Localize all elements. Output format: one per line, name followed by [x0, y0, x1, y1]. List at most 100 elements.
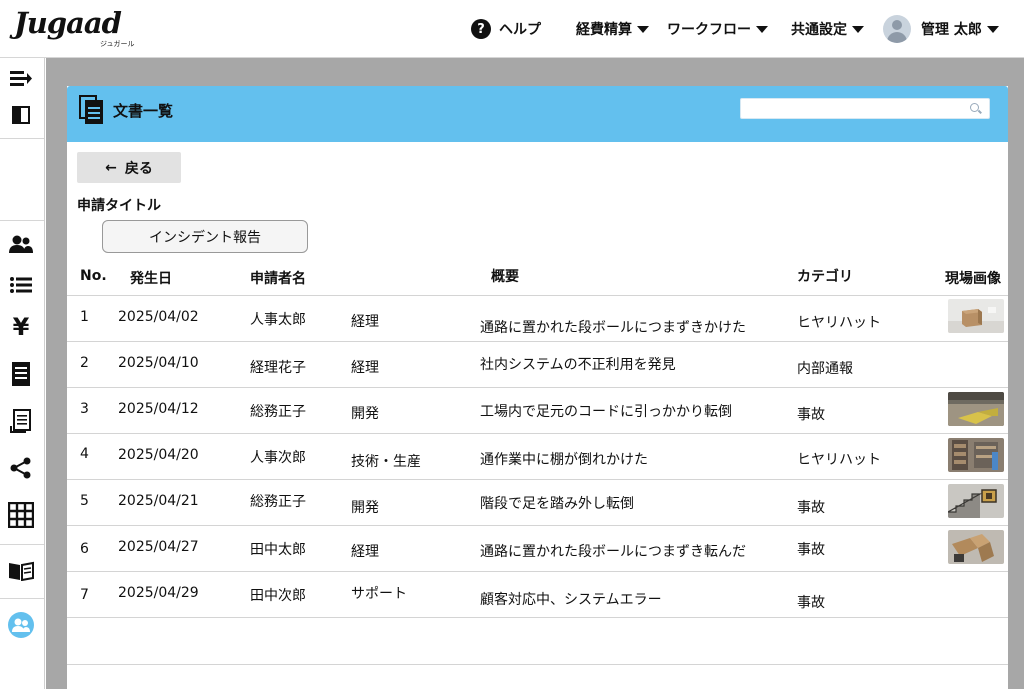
sidebar: ¥ [0, 58, 45, 689]
search-input[interactable] [741, 100, 961, 120]
cell-summary: 工場内で足元のコードに引っかかり転倒 [480, 404, 732, 420]
field-label: 申請タイトル [77, 198, 161, 214]
cell-date: 2025/04/12 [118, 401, 199, 417]
documents-icon [79, 95, 105, 125]
table-row[interactable]: 6 2025/04/27 田中太郎 経理 通路に置かれた段ボールにつまずき転んだ… [67, 526, 1008, 572]
search-box [740, 98, 990, 120]
site-photo-thumbnail[interactable] [948, 530, 1004, 564]
cell-date: 2025/04/29 [118, 585, 199, 601]
table-footer-divider [67, 664, 1008, 665]
book-icon[interactable] [8, 558, 34, 584]
search-icon[interactable] [970, 103, 979, 112]
table-row[interactable]: 4 2025/04/20 人事次郎 技術・生産 通作業中に棚が倒れかけた ヒヤリ… [67, 434, 1008, 480]
cell-summary: 社内システムの不正利用を発見 [480, 357, 676, 373]
cell-applicant: 経理花子 [250, 360, 306, 376]
site-photo-thumbnail[interactable] [948, 484, 1004, 518]
list-icon[interactable] [8, 272, 34, 298]
table-row[interactable]: 2 2025/04/10 経理花子 経理 社内システムの不正利用を発見 内部通報 [67, 342, 1008, 388]
cell-summary: 通作業中に棚が倒れかけた [480, 452, 648, 468]
cell-no: 3 [80, 401, 89, 417]
cell-department: 技術・生産 [351, 454, 421, 470]
chevron-down-icon [986, 25, 999, 33]
table-row[interactable]: 1 2025/04/02 人事太郎 経理 通路に置かれた段ボールにつまずきかけた… [67, 296, 1008, 342]
menu-collapse-icon[interactable] [8, 66, 34, 92]
cell-department: 経理 [351, 360, 379, 376]
menu-workflow-label: ワークフロー [667, 22, 751, 38]
grid-icon[interactable] [8, 502, 34, 528]
group-icon[interactable] [8, 612, 34, 638]
cell-category: 事故 [797, 595, 825, 611]
cell-applicant: 総務正子 [250, 404, 306, 420]
cell-category: 事故 [797, 407, 825, 423]
table-row[interactable]: 5 2025/04/21 総務正子 開発 階段で足を踏み外し転倒 事故 [67, 480, 1008, 526]
chevron-down-icon [852, 25, 864, 33]
sidebar-divider [0, 598, 44, 599]
top-header: Jugaad ジュガール ? ヘルプ 経費精算 ワークフロー 共通設定 管理 太… [0, 0, 1024, 58]
cell-department: サポート [351, 586, 407, 602]
logo-text: Jugaad [14, 6, 122, 40]
cell-category: ヒヤリハット [797, 315, 881, 331]
application-title-chip[interactable]: インシデント報告 [102, 220, 308, 253]
users-icon[interactable] [8, 231, 34, 257]
document-list-panel: 文書一覧 ← 戻る 申請タイトル インシデント報告 No. 発生日 申請者名 概… [67, 86, 1008, 689]
user-menu[interactable]: 管理 太郎 [883, 0, 999, 58]
cell-category: ヒヤリハット [797, 452, 881, 468]
site-photo-thumbnail[interactable] [948, 299, 1004, 333]
help-icon: ? [471, 19, 491, 39]
cell-no: 2 [80, 355, 89, 371]
cell-date: 2025/04/20 [118, 447, 199, 463]
document-icon[interactable] [8, 361, 34, 387]
col-header-applicant[interactable]: 申請者名 [250, 268, 306, 288]
chevron-down-icon [637, 25, 649, 33]
col-header-date[interactable]: 発生日 [130, 268, 172, 288]
back-button[interactable]: ← 戻る [77, 152, 181, 183]
cell-category: 内部通報 [797, 361, 853, 377]
sidebar-divider [0, 220, 44, 221]
arrow-left-icon: ← [105, 159, 117, 176]
logo-subtitle: ジュガール [100, 40, 135, 48]
cell-department: 経理 [351, 314, 379, 330]
menu-expense[interactable]: 経費精算 [576, 0, 649, 58]
menu-workflow[interactable]: ワークフロー [667, 0, 768, 58]
help-label: ヘルプ [499, 22, 541, 38]
receipt-icon[interactable] [8, 408, 34, 434]
menu-expense-label: 経費精算 [576, 22, 632, 38]
cell-summary: 階段で足を踏み外し転倒 [480, 496, 634, 512]
user-avatar-icon [883, 15, 911, 43]
cell-no: 1 [80, 309, 89, 325]
menu-common-label: 共通設定 [791, 22, 847, 38]
table-row[interactable]: 7 2025/04/29 田中次郎 サポート 顧客対応中、システムエラー 事故 [67, 572, 1008, 618]
cell-no: 5 [80, 493, 89, 509]
app-logo[interactable]: Jugaad ジュガール [14, 6, 135, 50]
cell-date: 2025/04/27 [118, 539, 199, 555]
share-icon[interactable] [8, 455, 34, 481]
user-name: 管理 太郎 [921, 22, 982, 38]
cell-date: 2025/04/10 [118, 355, 199, 371]
site-photo-thumbnail[interactable] [948, 392, 1004, 426]
cell-department: 経理 [351, 544, 379, 560]
cell-applicant: 田中太郎 [250, 542, 306, 558]
menu-common-settings[interactable]: 共通設定 [791, 0, 864, 58]
help-link[interactable]: ? ヘルプ [471, 0, 541, 58]
cell-category: 事故 [797, 500, 825, 516]
cell-department: 開発 [351, 500, 379, 516]
cell-applicant: 田中次郎 [250, 588, 306, 604]
panel-icon[interactable] [8, 102, 34, 128]
site-photo-thumbnail[interactable] [948, 438, 1004, 472]
col-header-no[interactable]: No. [80, 268, 107, 284]
sidebar-divider [0, 138, 44, 139]
cell-applicant: 人事太郎 [250, 312, 306, 328]
table-row[interactable]: 3 2025/04/12 総務正子 開発 工場内で足元のコードに引っかかり転倒 … [67, 388, 1008, 434]
col-header-category[interactable]: カテゴリ [797, 266, 853, 286]
cell-summary: 通路に置かれた段ボールにつまずき転んだ [480, 544, 746, 560]
col-header-summary[interactable]: 概要 [491, 266, 519, 286]
chevron-down-icon [756, 25, 768, 33]
yen-icon[interactable]: ¥ [8, 313, 34, 341]
col-header-photo[interactable]: 現場画像 [945, 268, 1001, 288]
back-button-label: 戻る [124, 160, 153, 177]
cell-summary: 顧客対応中、システムエラー [480, 592, 662, 608]
cell-date: 2025/04/21 [118, 493, 199, 509]
cell-department: 開発 [351, 406, 379, 422]
cell-applicant: 総務正子 [250, 494, 306, 510]
panel-header: 文書一覧 [67, 86, 1008, 142]
